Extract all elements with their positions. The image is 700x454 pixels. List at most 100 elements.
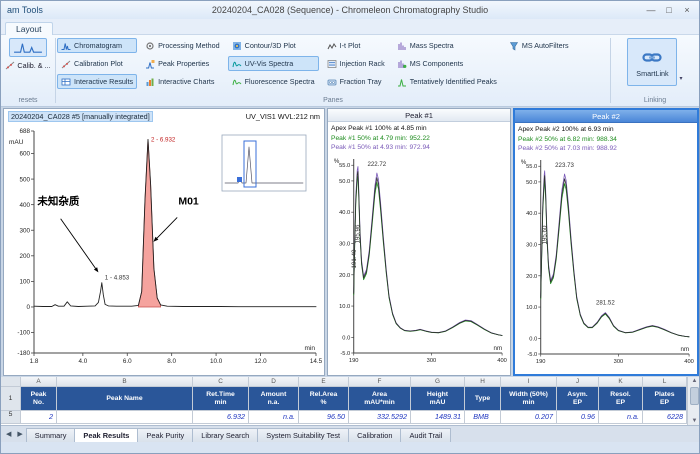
- result-cell[interactable]: n.a.: [599, 411, 643, 424]
- column-letter[interactable]: G: [411, 377, 465, 387]
- bottom-tab-peak-results[interactable]: Peak Results: [74, 428, 138, 442]
- column-letter[interactable]: H: [465, 377, 501, 387]
- result-cell[interactable]: BMB: [465, 411, 501, 424]
- ribbon-item-contour-3d-plot[interactable]: Contour/3D Plot: [228, 38, 319, 53]
- result-cell[interactable]: 6228: [643, 411, 687, 424]
- ribbon-item-injection-rack[interactable]: Injection Rack: [323, 56, 389, 71]
- close-button[interactable]: ×: [679, 5, 695, 15]
- bottom-tab-calibration[interactable]: Calibration: [348, 428, 401, 442]
- result-cell[interactable]: 6.932: [193, 411, 249, 424]
- smartlink-button[interactable]: SmartLink: [627, 38, 677, 86]
- result-cell[interactable]: 1489.31: [411, 411, 465, 424]
- context-tab-label[interactable]: am Tools: [7, 5, 43, 15]
- result-cell[interactable]: 96.50: [299, 411, 349, 424]
- column-letter[interactable]: K: [599, 377, 643, 387]
- ribbon-item-label: Processing Method: [158, 41, 220, 50]
- column-letter[interactable]: E: [299, 377, 349, 387]
- chromatogram-plot[interactable]: 6886005004003002001000-100-180mAU1.84.06…: [4, 123, 324, 373]
- tick-label: 10.0: [339, 304, 350, 310]
- overview-inset[interactable]: [222, 135, 306, 191]
- column-header[interactable]: Peak Name: [57, 387, 193, 411]
- ribbon-item-interactive-charts[interactable]: Interactive Charts: [141, 74, 224, 89]
- scroll-up-icon[interactable]: ▲: [688, 378, 700, 384]
- peak-1-spectrum-plot[interactable]: 55.050.040.030.020.010.00.0-5.0%19030040…: [328, 153, 510, 371]
- bottom-tab-summary[interactable]: Summary: [26, 428, 76, 442]
- ribbon-item-fluorescence-spectra[interactable]: Fluorescence Spectra: [228, 74, 319, 89]
- result-cell[interactable]: 332.5292: [349, 411, 411, 424]
- bottom-tab-peak-purity[interactable]: Peak Purity: [137, 428, 193, 442]
- peak-2-header[interactable]: Peak #2: [515, 110, 697, 123]
- ribbon-item-fraction-tray[interactable]: Fraction Tray: [323, 74, 389, 89]
- column-header[interactable]: Resol.EP: [599, 387, 643, 411]
- ribbon-item-i-t-plot[interactable]: I-t Plot: [323, 38, 389, 53]
- column-letter[interactable]: J: [557, 377, 599, 387]
- maximize-button[interactable]: □: [661, 5, 677, 15]
- preset-chromatogram-button[interactable]: [9, 38, 47, 57]
- wavelength-label: 281.52: [596, 299, 615, 306]
- bottom-tab-system-suitability-test[interactable]: System Suitability Test: [257, 428, 349, 442]
- tick-label: -5.0: [527, 351, 537, 357]
- ribbon-item-mass-spectra[interactable]: Mass Spectra: [393, 38, 501, 53]
- ribbon-item-uv-vis-spectra[interactable]: UV-Vis Spectra: [228, 56, 319, 71]
- ribbon-item-ms-autofilters[interactable]: MS AutoFilters: [505, 38, 573, 53]
- window-title: 20240204_CA028 (Sequence) - Chromeleon C…: [1, 5, 699, 15]
- column-letter[interactable]: L: [643, 377, 687, 387]
- ribbon-item-ms-components[interactable]: MS Components: [393, 56, 501, 71]
- wavelength-label: 191.40: [351, 248, 358, 268]
- result-cell[interactable]: 2: [21, 411, 57, 424]
- column-header[interactable]: Type: [465, 387, 501, 411]
- tick-label: 50.0: [339, 178, 350, 184]
- peak-1-header[interactable]: Peak #1: [328, 109, 510, 122]
- result-cell[interactable]: 0.96: [557, 411, 599, 424]
- column-letter[interactable]: F: [349, 377, 411, 387]
- column-header[interactable]: PlatesEP: [643, 387, 687, 411]
- result-cell[interactable]: 0.207: [501, 411, 557, 424]
- tab-layout[interactable]: Layout: [5, 22, 53, 35]
- linking-group-label: Linking: [612, 96, 698, 106]
- column-header[interactable]: Ret.Timemin: [193, 387, 249, 411]
- smartlink-icon: [642, 47, 662, 67]
- smartlink-dropdown-arrow[interactable]: ▾: [679, 75, 682, 82]
- bottom-tab-library-search[interactable]: Library Search: [192, 428, 258, 442]
- column-letter[interactable]: D: [249, 377, 299, 387]
- apex-spectrum-label: Apex Peak #1 100% at 4.85 min: [331, 124, 507, 134]
- fluorescence-spectra-icon: [232, 77, 242, 87]
- column-header[interactable]: HeightmAU: [411, 387, 465, 411]
- column-header[interactable]: PeakNo.: [21, 387, 57, 411]
- ribbon-item-calibration-plot[interactable]: Calibration Plot: [57, 56, 137, 71]
- preset-calib-button[interactable]: Calib. & ...: [4, 58, 51, 72]
- bottom-tab-audit-trail[interactable]: Audit Trail: [400, 428, 451, 442]
- chromatogram-title[interactable]: 20240204_CA028 #5 [manually integrated]: [8, 111, 153, 122]
- result-cell[interactable]: n.a.: [249, 411, 299, 424]
- column-header[interactable]: Asym.EP: [557, 387, 599, 411]
- ribbon-item-peak-properties[interactable]: Peak Properties: [141, 56, 224, 71]
- scroll-down-icon[interactable]: ▼: [688, 418, 700, 424]
- ribbon-item-tentatively-identified-peaks[interactable]: Tentatively Identified Peaks: [393, 74, 501, 89]
- column-header[interactable]: AreamAU*min: [349, 387, 411, 411]
- table-header-row: 1PeakNo.Peak NameRet.TimeminAmountn.a.Re…: [1, 387, 687, 411]
- column-letter[interactable]: C: [193, 377, 249, 387]
- ribbon: Calib. & ... resets ChromatogramCalibrat…: [1, 35, 699, 107]
- table-scrollbar[interactable]: ▲ ▼: [687, 377, 700, 425]
- ribbon-item-interactive-results[interactable]: Interactive Results: [57, 74, 137, 89]
- tab-scroll-right[interactable]: ▶: [14, 428, 25, 442]
- peak-2-spectrum-plot[interactable]: 55.050.040.030.020.010.00.0-5.0%19030040…: [515, 154, 697, 372]
- corner-cell: [1, 377, 21, 387]
- tick-label: 1.8: [30, 358, 39, 365]
- scrollbar-thumb[interactable]: [690, 387, 699, 405]
- result-cell[interactable]: [57, 411, 193, 424]
- tab-scroll-left[interactable]: ◀: [3, 428, 14, 442]
- column-letter[interactable]: B: [57, 377, 193, 387]
- tick-label: 0: [26, 304, 30, 311]
- column-letter[interactable]: I: [501, 377, 557, 387]
- column-header[interactable]: Width (50%)min: [501, 387, 557, 411]
- column-header[interactable]: Rel.Area%: [299, 387, 349, 411]
- ribbon-item-label: Fluorescence Spectra: [245, 77, 315, 86]
- ribbon-item-processing-method[interactable]: Processing Method: [141, 38, 224, 53]
- column-header[interactable]: Amountn.a.: [249, 387, 299, 411]
- ribbon-item-chromatogram[interactable]: Chromatogram: [57, 38, 137, 53]
- minimize-button[interactable]: —: [643, 5, 659, 15]
- peak-label: 2 - 6.932: [151, 136, 176, 143]
- detector-channel-label: UV_VIS1 WVL:212 nm: [246, 112, 320, 121]
- column-letter[interactable]: A: [21, 377, 57, 387]
